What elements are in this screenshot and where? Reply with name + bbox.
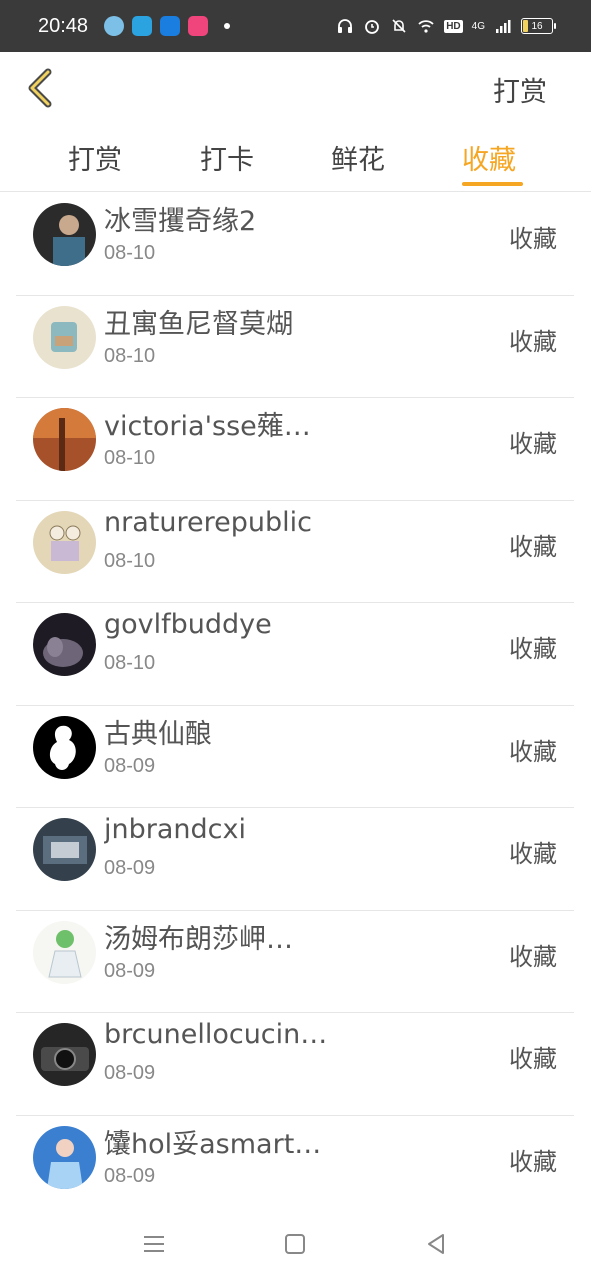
avatar	[33, 715, 96, 779]
list-item[interactable]: jnbrandcxi 08-09 收藏	[16, 808, 574, 911]
user-name: 冰雪攫奇缘2	[104, 206, 257, 237]
status-indicators: HD 4G 16	[336, 17, 556, 35]
battery-level-fill	[523, 20, 528, 32]
date: 08-10	[104, 652, 156, 674]
avatar	[33, 818, 96, 881]
user-name: brcunellocucin…	[104, 1019, 328, 1050]
date: 08-10	[104, 344, 156, 367]
action-label: 收藏	[509, 225, 557, 253]
tab-favorites[interactable]: 收藏	[462, 138, 516, 177]
alarm-icon	[365, 20, 380, 34]
list-item[interactable]: brcunellocucin… 08-09 收藏	[16, 1013, 574, 1116]
status-bar: 20:48 HD 4G 16	[0, 0, 591, 52]
status-time: 20:48	[38, 14, 89, 37]
action-label: 收藏	[509, 532, 557, 561]
avatar	[33, 305, 96, 369]
action-label: 收藏	[509, 430, 557, 458]
menu-icon[interactable]	[140, 1230, 168, 1258]
action-label: 收藏	[509, 840, 557, 868]
favorites-list: 冰雪攫奇缘2 08-10 收藏 丑寓鱼尼督莫煳 08-10 收藏 victori…	[16, 193, 574, 1218]
action-label: 收藏	[509, 327, 557, 356]
mute-bell-icon	[392, 19, 406, 33]
more-notifications-dot	[224, 23, 231, 29]
wifi-icon	[418, 20, 434, 33]
date: 08-09	[104, 857, 156, 879]
network-type: 4G	[471, 20, 485, 32]
tab-reward[interactable]: 打赏	[68, 138, 122, 177]
action-label: 收藏	[509, 1045, 557, 1073]
header-reward-button[interactable]: 打赏	[493, 70, 547, 109]
list-item[interactable]: victoria'sse薙… 08-10 收藏	[16, 398, 574, 501]
hd-badge: HD	[444, 19, 463, 33]
back-button[interactable]	[20, 66, 60, 110]
action-label: 收藏	[509, 942, 557, 971]
battery-level: 16	[531, 20, 543, 32]
signal-icon	[496, 20, 511, 33]
action-label: 收藏	[509, 1147, 557, 1176]
tab-checkin[interactable]: 打卡	[200, 138, 254, 177]
date: 08-09	[104, 959, 156, 982]
tab-flowers[interactable]: 鲜花	[331, 138, 385, 177]
user-name: govlfbuddye	[104, 609, 272, 640]
avatar	[33, 1023, 96, 1086]
telegram-icon	[132, 16, 153, 36]
list-item[interactable]: nraturerepublic 08-10 收藏	[16, 501, 574, 603]
date: 08-09	[104, 1062, 156, 1084]
user-name: 丑寓鱼尼督莫煳	[104, 308, 293, 340]
list-item[interactable]: 丑寓鱼尼督莫煳 08-10 收藏	[16, 296, 574, 398]
date: 08-09	[104, 1164, 156, 1187]
headphones-icon	[338, 19, 353, 33]
battery-icon: 16	[521, 18, 556, 34]
home-square-icon[interactable]	[281, 1230, 309, 1258]
action-label: 收藏	[509, 635, 557, 663]
date: 08-10	[104, 242, 156, 264]
user-name: victoria'sse薙…	[104, 411, 311, 442]
avatar	[33, 203, 96, 266]
back-triangle-icon[interactable]	[422, 1230, 450, 1258]
list-item[interactable]: 古典仙酿 08-09 收藏	[16, 706, 574, 808]
avatar	[33, 510, 96, 574]
list-item[interactable]: 馕hol妥asmart… 08-09 收藏	[16, 1116, 574, 1219]
status-app-icons	[104, 16, 231, 36]
avatar	[33, 920, 96, 984]
circle-app-icon	[160, 16, 181, 36]
user-name: jnbrandcxi	[104, 814, 246, 845]
list-item[interactable]: govlfbuddye 08-10 收藏	[16, 603, 574, 706]
active-tab-indicator	[462, 182, 523, 186]
tab-bar: 打赏 打卡 鲜花 收藏	[0, 124, 591, 192]
date: 08-10	[104, 447, 156, 469]
action-label: 收藏	[509, 737, 557, 766]
date: 08-09	[104, 754, 156, 777]
avatar	[33, 1125, 96, 1189]
system-nav-bar	[0, 1210, 591, 1280]
date: 08-10	[104, 549, 156, 572]
user-name: nraturerepublic	[104, 506, 312, 538]
header: 打赏	[0, 52, 591, 124]
app-notification-icon	[104, 16, 125, 36]
avatar	[33, 408, 96, 471]
user-name: 馕hol妥asmart…	[104, 1128, 322, 1160]
avatar	[33, 613, 96, 676]
list-item[interactable]: 冰雪攫奇缘2 08-10 收藏	[16, 193, 574, 296]
list-item[interactable]: 汤姆布朗莎岬… 08-09 收藏	[16, 911, 574, 1013]
user-name: 汤姆布朗莎岬…	[104, 923, 293, 955]
video-app-icon	[188, 16, 209, 36]
user-name: 古典仙酿	[104, 718, 212, 750]
